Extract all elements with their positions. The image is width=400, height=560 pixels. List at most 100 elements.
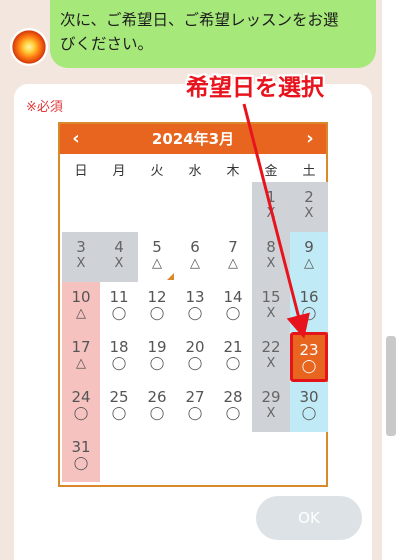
calendar-day-22: 22 X bbox=[252, 332, 290, 382]
day-number: 10 bbox=[71, 288, 91, 306]
chevron-right-icon: › bbox=[306, 128, 314, 149]
day-number: 12 bbox=[147, 288, 167, 306]
availability-mark: △ bbox=[304, 256, 314, 271]
required-label: ※必須 bbox=[26, 100, 63, 115]
calendar-day-3: 3X bbox=[62, 232, 100, 282]
chat-message-line-1: 次に、ご希望日、ご希望レッスンをお選 bbox=[60, 11, 339, 29]
availability-mark: ◯ bbox=[301, 306, 317, 321]
weekday-fri: 金 bbox=[264, 164, 278, 179]
day-number: 27 bbox=[185, 388, 205, 406]
calendar-day-11[interactable]: 11 ◯ bbox=[100, 282, 138, 332]
calendar-day-20[interactable]: 20 ◯ bbox=[176, 332, 214, 382]
availability-mark: ◯ bbox=[149, 356, 165, 371]
day-number: 6 bbox=[190, 238, 200, 256]
calendar-day-31[interactable]: 31 ◯ bbox=[62, 432, 100, 482]
availability-mark: ◯ bbox=[187, 356, 203, 371]
day-number: 16 bbox=[299, 288, 319, 306]
availability-mark: △ bbox=[76, 306, 86, 321]
calendar-day-10[interactable]: 10 △ bbox=[62, 282, 100, 332]
date-picker-calendar: ‹ 2024年3月 › 日 月 火 水 木 金 土 1 X 2 X 3 X 4 X 5 △ 6 △ 7 △… bbox=[58, 122, 328, 487]
calendar-day-24[interactable]: 24 ◯ bbox=[62, 382, 100, 432]
ok-button[interactable]: OK bbox=[256, 496, 362, 540]
availability-mark: X bbox=[266, 406, 276, 421]
day-number: 14 bbox=[223, 288, 243, 306]
calendar-day-30[interactable]: 30 ◯ bbox=[290, 382, 328, 432]
availability-mark: X bbox=[114, 256, 124, 271]
availability-mark: ◯ bbox=[187, 406, 203, 421]
calendar-day-6[interactable]: 6 △ bbox=[176, 232, 214, 282]
calendar-day-7[interactable]: 7 △ bbox=[214, 232, 252, 282]
availability-mark: ◯ bbox=[111, 406, 127, 421]
availability-mark: X bbox=[266, 306, 276, 321]
calendar-day-9[interactable]: 9 △ bbox=[290, 232, 328, 282]
availability-mark: ◯ bbox=[225, 306, 241, 321]
day-number: 25 bbox=[109, 388, 129, 406]
day-number: 18 bbox=[109, 338, 129, 356]
calendar-day-15: 15 X bbox=[252, 282, 290, 332]
calendar-day-1: 1X bbox=[252, 182, 290, 232]
scrollbar-thumb[interactable] bbox=[386, 336, 396, 436]
chat-message-bubble: 次に、ご希望日、ご希望レッスンをお選 びください。 bbox=[50, 0, 376, 68]
availability-mark: ◯ bbox=[73, 406, 89, 421]
day-number: 1 bbox=[266, 188, 276, 206]
weekday-sun: 日 bbox=[74, 164, 88, 179]
availability-mark: X bbox=[76, 256, 86, 271]
calendar-day-27[interactable]: 27 ◯ bbox=[176, 382, 214, 432]
availability-mark: ◯ bbox=[149, 406, 165, 421]
calendar-day-26[interactable]: 26 ◯ bbox=[138, 382, 176, 432]
day-number: 11 bbox=[109, 288, 129, 306]
chat-message-line-2: びください。 bbox=[60, 35, 154, 53]
calendar-day-25[interactable]: 25 ◯ bbox=[100, 382, 138, 432]
calendar-day-19[interactable]: 19 ◯ bbox=[138, 332, 176, 382]
calendar-day-2: 2X bbox=[290, 182, 328, 232]
calendar-day-4: 4X bbox=[100, 232, 138, 282]
availability-mark: X bbox=[266, 256, 276, 271]
calendar-day-28[interactable]: 28 ◯ bbox=[214, 382, 252, 432]
availability-mark: ◯ bbox=[225, 406, 241, 421]
day-number: 28 bbox=[223, 388, 243, 406]
day-number: 22 bbox=[261, 338, 281, 356]
next-month-button[interactable]: › bbox=[296, 124, 324, 154]
availability-mark: △ bbox=[152, 256, 162, 271]
corner-marker-icon bbox=[167, 273, 174, 280]
availability-mark: ◯ bbox=[149, 306, 165, 321]
day-number: 29 bbox=[261, 388, 281, 406]
day-number: 23 bbox=[299, 341, 319, 359]
availability-mark: △ bbox=[228, 256, 238, 271]
calendar-day-16[interactable]: 16 ◯ bbox=[290, 282, 328, 332]
availability-mark: ◯ bbox=[111, 356, 127, 371]
weekday-mon: 月 bbox=[112, 164, 126, 179]
day-number: 24 bbox=[71, 388, 91, 406]
availability-mark: ◯ bbox=[225, 356, 241, 371]
availability-mark: ◯ bbox=[301, 359, 317, 374]
bot-avatar bbox=[12, 30, 46, 64]
day-number: 8 bbox=[266, 238, 276, 256]
day-number: 17 bbox=[71, 338, 91, 356]
availability-mark: ◯ bbox=[73, 456, 89, 471]
weekday-wed: 水 bbox=[188, 164, 202, 179]
calendar-header: ‹ 2024年3月 › bbox=[60, 124, 326, 154]
day-number: 15 bbox=[261, 288, 281, 306]
day-number: 20 bbox=[185, 338, 205, 356]
day-number: 30 bbox=[299, 388, 319, 406]
calendar-day-14[interactable]: 14 ◯ bbox=[214, 282, 252, 332]
calendar-day-17[interactable]: 17 △ bbox=[62, 332, 100, 382]
calendar-day-18[interactable]: 18 ◯ bbox=[100, 332, 138, 382]
day-number: 21 bbox=[223, 338, 243, 356]
day-number: 13 bbox=[185, 288, 205, 306]
availability-mark: ◯ bbox=[187, 306, 203, 321]
day-number: 3 bbox=[76, 238, 86, 256]
availability-mark: ◯ bbox=[111, 306, 127, 321]
availability-mark: △ bbox=[190, 256, 200, 271]
scrollbar-track[interactable] bbox=[382, 0, 400, 560]
calendar-day-12[interactable]: 12 ◯ bbox=[138, 282, 176, 332]
calendar-month-title: 2024年3月 bbox=[151, 130, 235, 148]
weekday-thu: 木 bbox=[226, 164, 240, 179]
calendar-day-13[interactable]: 13 ◯ bbox=[176, 282, 214, 332]
calendar-day-5[interactable]: 5 △ bbox=[138, 232, 176, 282]
calendar-day-23[interactable]: 23 ◯ bbox=[290, 332, 328, 382]
calendar-day-21[interactable]: 21 ◯ bbox=[214, 332, 252, 382]
day-number: 9 bbox=[304, 238, 314, 256]
day-number: 7 bbox=[228, 238, 238, 256]
day-number: 4 bbox=[114, 238, 124, 256]
